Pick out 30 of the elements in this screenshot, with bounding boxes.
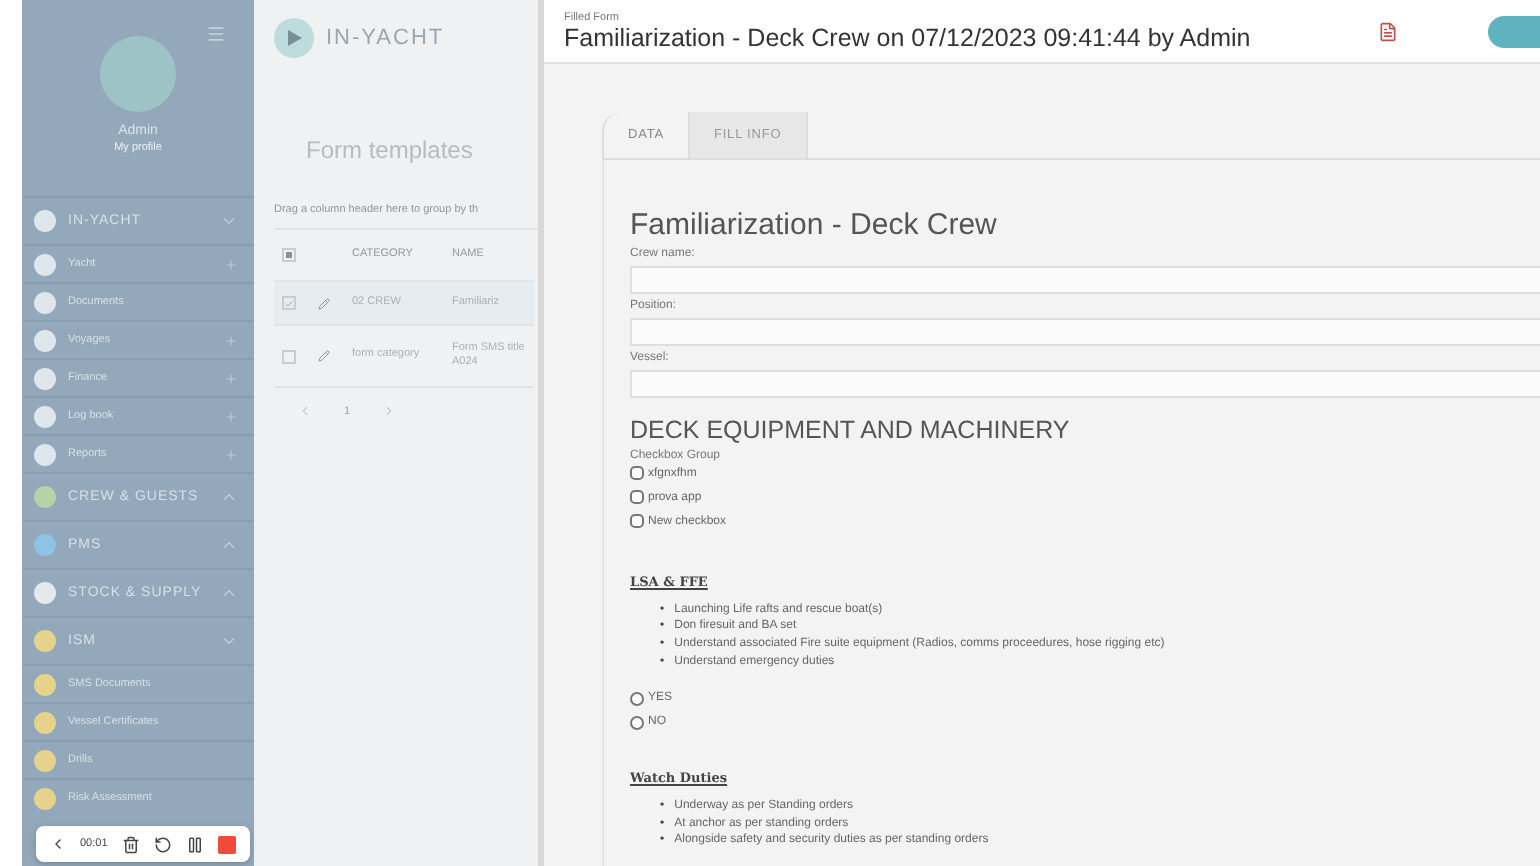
next-page-icon[interactable] (382, 404, 397, 418)
logo-text: IN-YACHT (326, 26, 445, 50)
menu-icon[interactable] (206, 24, 226, 44)
logo-icon (274, 18, 314, 58)
avatar-placeholder (100, 36, 176, 112)
page-title: Form templates (306, 136, 475, 164)
section-heading: DECK EQUIPMENT AND MACHINERY (630, 415, 1072, 444)
row-checkbox[interactable] (282, 296, 296, 310)
checkbox[interactable] (630, 490, 644, 505)
input-field[interactable] (630, 369, 1540, 398)
panel-title: Familiarization - Deck Crew on 07/12/2023 09:41:44 by Admin (564, 23, 1253, 51)
trash-icon[interactable] (121, 835, 140, 853)
previous-page-icon[interactable] (298, 404, 312, 418)
back-icon[interactable] (50, 836, 66, 852)
input-field[interactable] (630, 317, 1540, 346)
restart-icon[interactable] (153, 835, 172, 853)
pdf-icon[interactable] (1378, 21, 1398, 41)
select-all-checkbox[interactable] (282, 248, 296, 262)
edit-icon[interactable] (318, 297, 330, 309)
pause-icon[interactable] (185, 835, 204, 853)
checkbox[interactable] (630, 514, 644, 529)
radio-button[interactable] (630, 715, 644, 730)
checkbox[interactable] (630, 466, 644, 481)
radio-button[interactable] (630, 691, 644, 706)
action-button[interactable] (1488, 15, 1540, 47)
row-checkbox[interactable] (282, 349, 296, 363)
input-field[interactable] (630, 265, 1540, 294)
form-title: Familiarization - Deck Crew (630, 207, 999, 242)
stop-button[interactable] (217, 835, 236, 853)
edit-icon[interactable] (318, 350, 330, 362)
